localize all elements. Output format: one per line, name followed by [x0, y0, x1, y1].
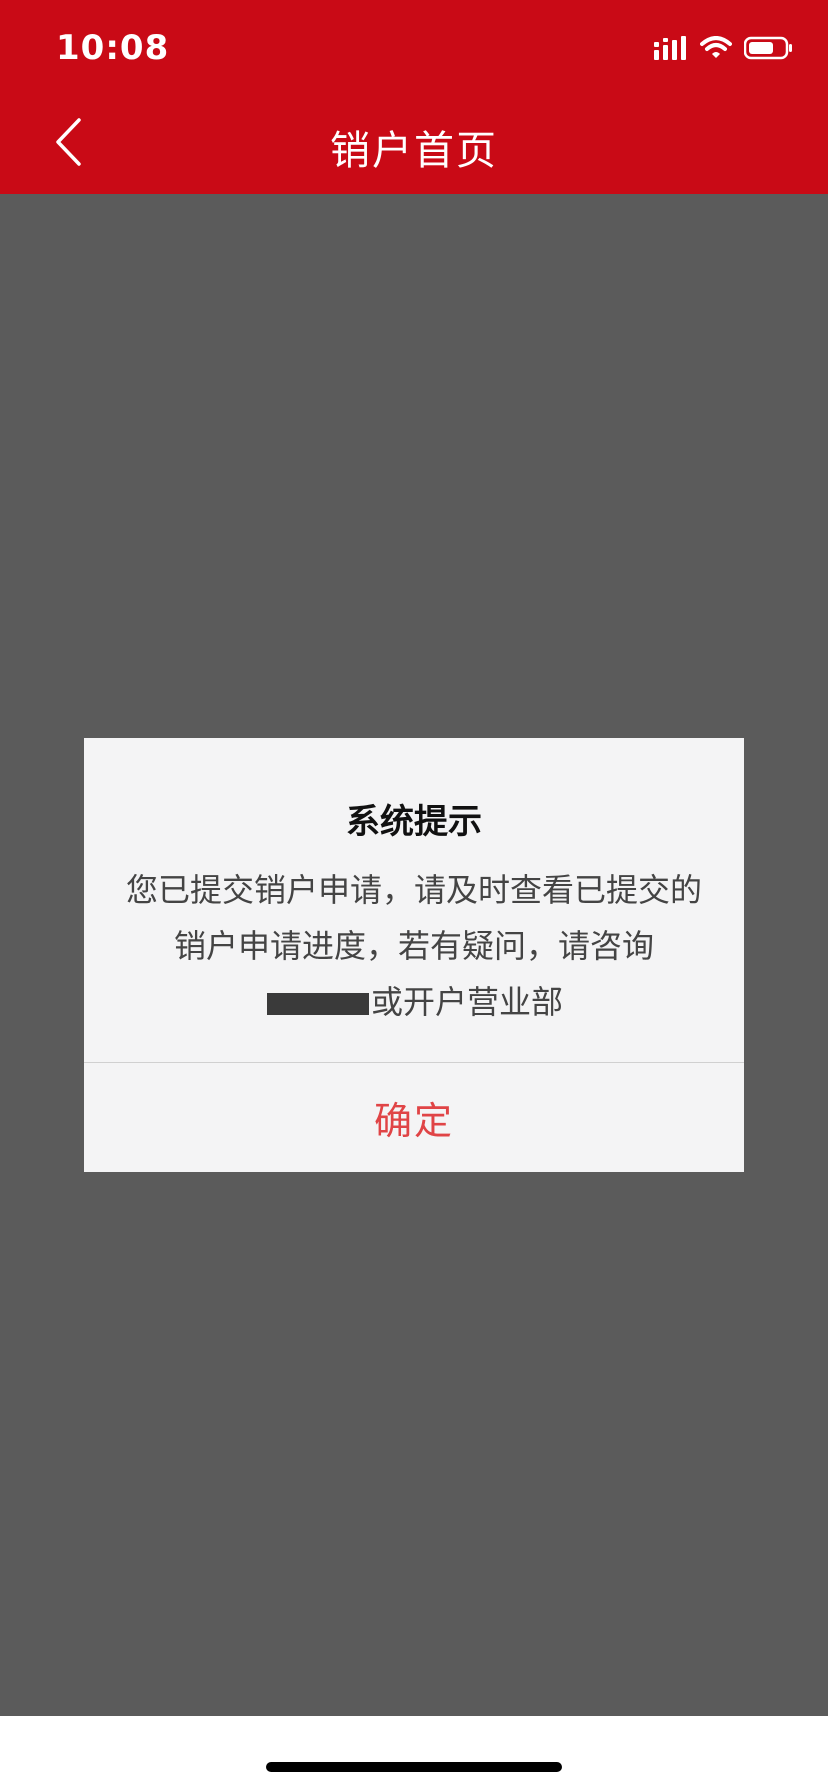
status-icons — [654, 36, 794, 64]
wifi-icon — [700, 36, 732, 64]
status-time: 10:08 — [56, 28, 170, 68]
dialog-title: 系统提示 — [346, 802, 482, 842]
redacted-block — [266, 993, 369, 1015]
status-bar: 10:08 — [0, 0, 828, 94]
system-alert-dialog: 系统提示 您已提交销户申请，请及时查看已提交的销户申请进度，若有疑问，请咨询或开… — [84, 738, 744, 1172]
confirm-button[interactable]: 确定 — [84, 1063, 744, 1172]
page-title: 销户首页 — [330, 128, 498, 174]
dialog-message-part2: 或开户营业部 — [370, 983, 563, 1021]
battery-icon — [743, 36, 794, 64]
home-area — [0, 1716, 828, 1792]
dialog-message-part1: 您已提交销户申请，请及时查看已提交的销户申请进度，若有疑问，请咨询 — [125, 871, 702, 965]
home-indicator[interactable] — [266, 1762, 562, 1772]
dialog-message: 您已提交销户申请，请及时查看已提交的销户申请进度，若有疑问，请咨询或开户营业部 — [124, 862, 704, 1030]
nav-bar: 销户首页 — [0, 94, 828, 194]
signal-icon — [654, 36, 688, 64]
